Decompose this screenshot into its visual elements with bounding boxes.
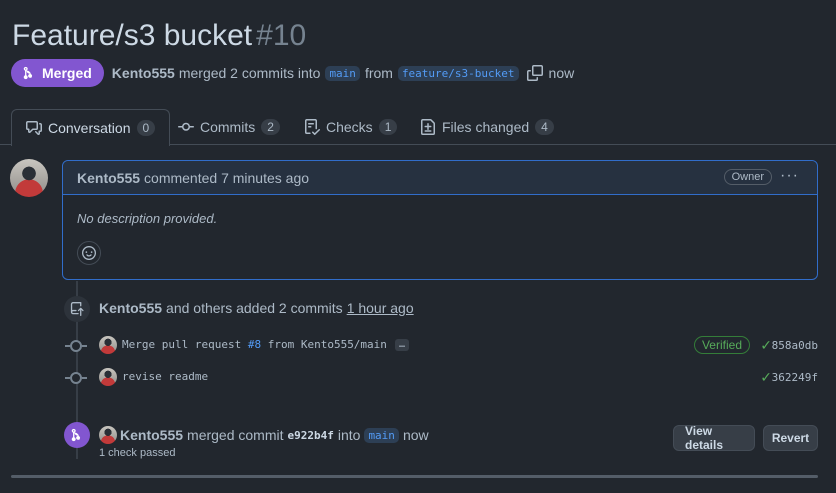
commits-added-time[interactable]: 1 hour ago [347,300,414,316]
merge-summary: Kento555 merged 2 commits into main from… [112,65,574,81]
commits-author-link[interactable]: Kento555 [99,300,162,316]
from-text: from [364,65,393,81]
tab-files-changed-label: Files changed [442,119,530,135]
pr-author-link[interactable]: Kento555 [112,65,175,81]
comment-options-icon[interactable]: ··· [780,167,799,185]
merge-event-time[interactable]: now [403,427,429,443]
commit-message[interactable]: Merge pull request #8 from Kento555/main… [122,338,409,351]
merged-state-badge: Merged [11,59,104,87]
tab-commits[interactable]: Commits 2 [164,109,294,145]
merge-into-text: into [337,427,361,443]
pr-title: Feature/s3 bucket #10 [12,18,306,54]
commit-sha-link[interactable]: 362249f [772,371,818,384]
owner-badge: Owner [723,169,772,185]
verified-badge[interactable]: Verified [693,336,750,354]
merge-target-branch[interactable]: main [364,427,399,443]
commit-sha-link[interactable]: 858a0db [772,339,818,352]
revert-button[interactable]: Revert [763,425,818,451]
merge-event-text: merged commit [187,427,284,443]
commits-added-event: Kento555 and others added 2 commits 1 ho… [99,296,414,320]
comment-body: No description provided. [77,211,218,226]
git-commit-icon [65,340,87,352]
file-diff-icon [421,119,435,135]
merge-commit-sha-link[interactable]: e922b4f [288,429,334,442]
checklist-icon [305,119,320,135]
comment-header: Kento555 commented 7 minutes ago [63,161,817,195]
tab-conversation-label: Conversation [48,120,131,136]
merged-state-label: Merged [42,65,92,81]
pr-number: #10 [256,19,307,52]
commit-row: revise readme ✓ 362249f [0,367,836,389]
avatar[interactable] [99,336,117,354]
repo-push-icon [64,296,90,322]
tab-commits-count: 2 [261,119,280,135]
tab-files-changed-count: 4 [535,119,554,135]
pr-title-text: Feature/s3 bucket [12,19,253,52]
tab-conversation[interactable]: Conversation 0 [11,109,171,146]
merge-time: now [548,65,575,81]
comment-author-link[interactable]: Kento555 [77,170,140,186]
git-merge-icon [23,66,33,80]
tab-files-changed[interactable]: Files changed 4 [406,109,568,145]
avatar[interactable] [99,426,117,444]
tab-conversation-count: 0 [136,120,156,136]
merge-event: Kento555 merged commit e922b4f into main… [99,426,429,444]
tab-checks-count: 1 [378,119,398,135]
avatar[interactable] [10,159,48,197]
pr-description-comment: Kento555 commented 7 minutes ago Owner ·… [62,160,818,280]
checks-passed-text: 1 check passed [99,447,176,459]
tab-checks[interactable]: Checks 1 [290,109,411,145]
commit-pr-link[interactable]: #8 [248,338,261,351]
git-commit-icon [178,122,194,131]
base-branch[interactable]: main [325,65,360,81]
add-reaction-button[interactable] [77,241,101,265]
commit-message[interactable]: revise readme [122,370,208,383]
timeline-end-divider [11,475,818,478]
tab-checks-label: Checks [326,119,373,135]
git-merge-icon [64,422,90,448]
tab-commits-label: Commits [200,119,256,135]
pr-meta: Merged Kento555 merged 2 commits into ma… [11,59,574,87]
merge-author-link[interactable]: Kento555 [120,427,183,443]
commit-row: Merge pull request #8 from Kento555/main… [0,335,836,357]
head-branch[interactable]: feature/s3-bucket [397,65,519,81]
check-icon[interactable]: ✓ [760,369,772,386]
comment-discussion-icon [26,121,42,135]
smiley-icon [82,246,96,260]
check-icon[interactable]: ✓ [760,337,772,354]
expand-commit-message-button[interactable]: … [394,339,409,351]
pr-tabs: Conversation 0 Commits 2 Checks 1 Files … [0,109,836,146]
avatar[interactable] [99,368,117,386]
commit-message-prefix[interactable]: Merge pull request [122,338,241,351]
commits-added-text: and others added 2 commits [166,300,343,316]
comment-timestamp[interactable]: commented 7 minutes ago [144,170,309,186]
merge-summary-text: merged 2 commits into [178,65,321,81]
view-details-button[interactable]: View details [673,424,755,452]
copy-icon[interactable] [526,65,543,81]
git-commit-icon [65,372,87,384]
commit-message-suffix[interactable]: from Kento555/main [268,338,387,351]
